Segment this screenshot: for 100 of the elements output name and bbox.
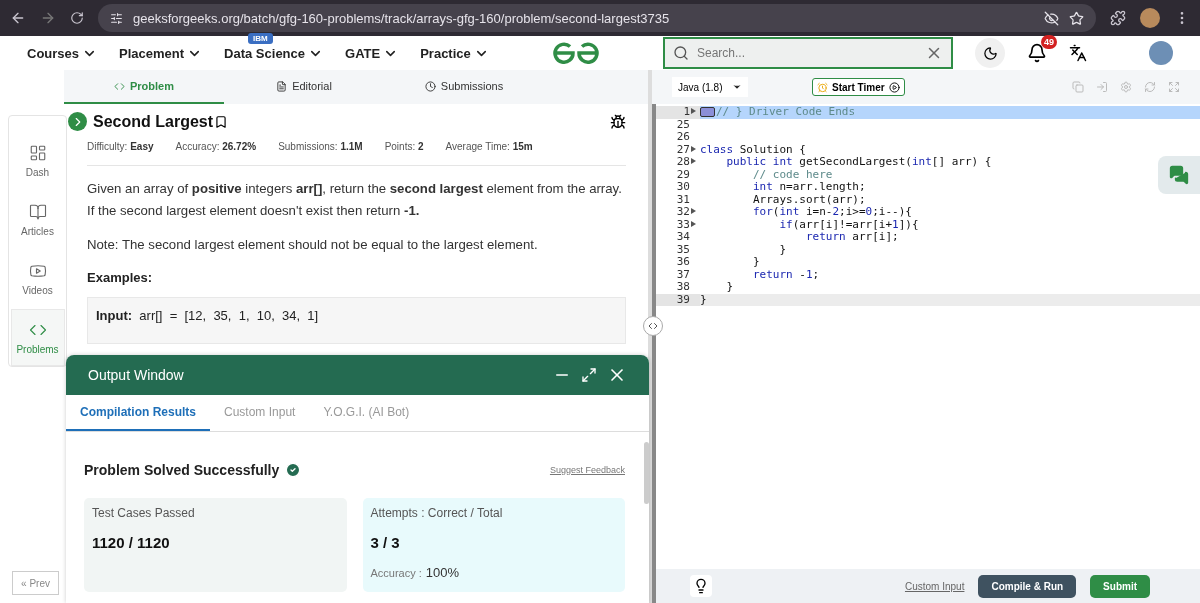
code-line: } xyxy=(751,256,760,269)
prev-button[interactable]: « Prev xyxy=(12,571,59,595)
line-number: 37 xyxy=(676,268,690,281)
bell-icon xyxy=(1027,43,1047,63)
expand-icon[interactable] xyxy=(581,367,597,383)
card-value: 1120 / 1120 xyxy=(92,534,171,551)
check-icon xyxy=(285,462,302,478)
fold-arrow-icon[interactable] xyxy=(691,108,696,114)
address-bar[interactable]: geeksforgeeks.org/batch/gfg-160-problems/track/arrays-gfg-160/problem/second-largest3735 xyxy=(98,4,1096,32)
problem-text: Given an array of positive integers arr[], return the second largest element from the array. If the second largest element doesn't exist then return -1. xyxy=(87,180,623,220)
moon-icon xyxy=(982,45,998,61)
line-number: 1 xyxy=(683,106,690,119)
card-value: 3 / 3 xyxy=(370,534,401,551)
code-line: return -1; xyxy=(751,268,820,281)
eye-off-icon[interactable] xyxy=(1044,10,1059,26)
problem-text: Note: The second largest element should not be equal to the largest element. xyxy=(87,236,539,254)
folded-code-marker[interactable] xyxy=(700,107,715,118)
line-number: 30 xyxy=(676,181,690,194)
nav-menu-item[interactable]: Practice xyxy=(420,45,489,61)
dark-mode-button[interactable] xyxy=(975,38,1005,68)
feedback-link[interactable]: Suggest Feedback xyxy=(549,465,625,475)
card-title: Test Cases Passed xyxy=(92,506,196,520)
line-number: 33 xyxy=(676,218,690,231)
examples-heading: Examples: xyxy=(87,270,154,285)
problem-stat: Points: 2 xyxy=(384,141,424,152)
compile-run-button[interactable]: Compile & Run xyxy=(978,574,1077,598)
bookmark-icon[interactable] xyxy=(214,114,229,129)
site-settings-icon[interactable] xyxy=(110,11,123,25)
tab[interactable]: Problem xyxy=(64,70,224,104)
code-line: int n=arr.length; xyxy=(751,181,866,194)
chat-button[interactable] xyxy=(1158,156,1200,194)
search-field[interactable]: Search... xyxy=(695,45,919,61)
user-avatar[interactable] xyxy=(1149,41,1173,65)
example-text: Input: arr[] = [12, 35, 1, 10, 34, 1] xyxy=(87,297,626,344)
card-title: Attempts : Correct / Total xyxy=(370,506,504,520)
url-text: geeksforgeeks.org/batch/gfg-160-problems/track/arrays-gfg-160/problem/second-largest3735 xyxy=(133,10,671,26)
custom-input-link[interactable]: Custom Input xyxy=(904,580,965,592)
play-icon xyxy=(888,81,900,93)
problem-stat: Average Time: 15m xyxy=(445,141,533,152)
bookmark-star-icon[interactable] xyxy=(1069,10,1084,26)
clock-icon xyxy=(424,80,436,92)
sidebar-item[interactable]: Problems xyxy=(10,309,65,366)
line-number: 25 xyxy=(676,118,690,131)
result-status: Problem Solved Successfully xyxy=(84,462,280,478)
resize-handle[interactable] xyxy=(643,316,663,336)
problem-stat: Submissions: 1.1M xyxy=(278,141,363,152)
alarm-clock-icon xyxy=(817,81,828,93)
document-icon xyxy=(276,80,288,92)
code-line: Arrays.sort(arr); xyxy=(751,193,866,206)
code-line: for(int i=n-2;i>=0;i--){ xyxy=(751,206,912,219)
notification-count: 49 xyxy=(1041,35,1057,49)
extensions-icon[interactable] xyxy=(1110,10,1126,26)
code-icon xyxy=(114,80,125,92)
problem-title: Second Largest xyxy=(93,112,214,131)
back-icon[interactable] xyxy=(10,10,26,26)
translate-icon[interactable] xyxy=(1069,44,1087,62)
line-number: 38 xyxy=(676,281,690,294)
sidebar-item[interactable]: Dash xyxy=(10,132,65,189)
line-number: 26 xyxy=(676,131,690,144)
nav-menu-item[interactable]: GATE xyxy=(345,45,399,61)
tab[interactable]: Submissions xyxy=(384,70,544,104)
line-number: 34 xyxy=(676,231,690,244)
profile-avatar[interactable] xyxy=(1140,8,1160,28)
left-right-icon xyxy=(647,320,659,332)
language-select[interactable]: Java (1.8) xyxy=(672,77,748,97)
code-line: } xyxy=(700,293,707,306)
notifications-button[interactable] xyxy=(1027,43,1047,63)
lightbulb-icon xyxy=(693,578,709,594)
accuracy-label: Accuracy : xyxy=(370,567,422,579)
sidebar-item[interactable]: Videos xyxy=(10,250,65,307)
output-window-title: Output Window xyxy=(88,367,185,383)
sidebar-item[interactable]: Articles xyxy=(10,191,65,248)
nav-badge: IBM xyxy=(248,32,273,44)
submit-button[interactable]: Submit xyxy=(1090,574,1150,598)
book-icon xyxy=(28,202,47,221)
code-line: // code here xyxy=(751,168,833,181)
output-tab[interactable]: Compilation Results xyxy=(66,395,210,431)
scrollbar[interactable] xyxy=(644,442,649,504)
forward-icon[interactable] xyxy=(40,10,56,26)
bug-icon[interactable] xyxy=(610,113,626,130)
line-number: 32 xyxy=(676,206,690,219)
problem-stat: Difficulty: Easy xyxy=(87,141,154,152)
hint-button[interactable] xyxy=(690,575,712,597)
accuracy-value: 100% xyxy=(425,565,460,580)
search-bar[interactable]: Search... xyxy=(663,37,953,69)
line-number: 31 xyxy=(676,193,690,206)
nav-menu-item[interactable]: Data Science xyxy=(224,45,323,61)
line-number: 28 xyxy=(676,156,690,169)
chat-icon xyxy=(1169,165,1189,185)
tab[interactable]: Editorial xyxy=(224,70,384,104)
nav-menu-item[interactable]: Courses xyxy=(27,45,98,61)
logo-icon[interactable] xyxy=(551,41,600,65)
nav-menu-item[interactable]: Placement xyxy=(119,45,203,61)
line-number: 36 xyxy=(676,256,690,269)
expand-button[interactable] xyxy=(68,112,87,131)
problem-stat: Accuracy: 26.72% xyxy=(175,141,257,152)
search-icon xyxy=(673,45,689,61)
start-timer-button[interactable]: Start Timer xyxy=(812,78,905,96)
line-number: 39 xyxy=(676,293,690,306)
reload-icon[interactable] xyxy=(70,11,84,25)
